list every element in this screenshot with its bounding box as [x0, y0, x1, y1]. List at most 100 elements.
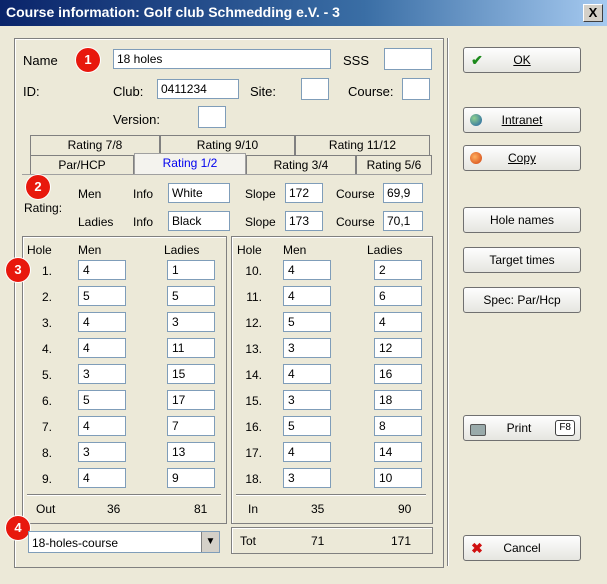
back-men-par-input[interactable]: 4	[283, 442, 331, 462]
back-hole-number: 14.	[245, 368, 262, 382]
cancel-button[interactable]: ✖ Cancel	[463, 535, 581, 561]
back-men-par-input[interactable]: 3	[283, 390, 331, 410]
men-info-input[interactable]: White	[168, 183, 230, 203]
tot-men-total: 71	[311, 534, 325, 548]
back-ladies-hcp-input[interactable]: 16	[374, 364, 422, 384]
tot-ladies-total: 171	[391, 534, 412, 548]
back-men-par-input[interactable]: 3	[283, 338, 331, 358]
tab-rating-7-8[interactable]: Rating 7/8	[30, 135, 160, 155]
target-times-button[interactable]: Target times	[463, 247, 581, 273]
tab-rating-1-2[interactable]: Rating 1/2	[134, 153, 246, 175]
back-ladies-hcp-input[interactable]: 4	[374, 312, 422, 332]
copy-button[interactable]: Copy	[463, 145, 581, 171]
rating-label: Rating:	[24, 201, 63, 215]
intranet-button[interactable]: Intranet	[463, 107, 581, 133]
ladies-course-input[interactable]: 70,1	[383, 211, 423, 231]
men-slope-input[interactable]: 172	[285, 183, 323, 203]
print-button[interactable]: Print F8	[463, 415, 581, 441]
front-ladies-hcp-input[interactable]: 11	[167, 338, 215, 358]
front-ladies-hcp-input[interactable]: 3	[167, 312, 215, 332]
back-men-par-input[interactable]: 4	[283, 260, 331, 280]
badge-4: 4	[6, 516, 30, 540]
print-shortcut-badge: F8	[555, 420, 575, 436]
tab-rating-3-4[interactable]: Rating 3/4	[246, 155, 356, 175]
back-men-par-input[interactable]: 5	[283, 312, 331, 332]
ok-button[interactable]: ✔ OK	[463, 47, 581, 73]
copy-label: Copy	[507, 151, 536, 165]
chevron-down-icon[interactable]: ▼	[201, 532, 219, 552]
globe-icon	[470, 114, 482, 126]
ladies-info-input[interactable]: Black	[168, 211, 230, 231]
sss-input[interactable]	[384, 48, 432, 70]
tab-par-hcp[interactable]: Par/HCP	[30, 155, 134, 175]
back-ladies-hcp-input[interactable]: 6	[374, 286, 422, 306]
cancel-label: Cancel	[503, 541, 541, 555]
front-men-par-input[interactable]: 4	[78, 312, 126, 332]
tab-rating-11-12[interactable]: Rating 11/12	[295, 135, 430, 155]
back-ladies-hcp-input[interactable]: 12	[374, 338, 422, 358]
hole-names-button[interactable]: Hole names	[463, 207, 581, 233]
club-label: Club:	[113, 84, 144, 99]
front-hole-number: 3.	[41, 316, 52, 330]
tab-rating-5-6[interactable]: Rating 5/6	[356, 155, 432, 175]
front-ladies-hcp-input[interactable]: 15	[167, 364, 215, 384]
front-men-par-input[interactable]: 4	[78, 260, 126, 280]
back-hole-number: 13.	[245, 342, 262, 356]
back-ladies-hcp-input[interactable]: 18	[374, 390, 422, 410]
club-input[interactable]: 0411234	[157, 79, 239, 99]
badge-3: 3	[6, 258, 30, 282]
course-select[interactable]: 18-holes-course ▼	[28, 531, 220, 553]
front-men-par-input[interactable]: 3	[78, 442, 126, 462]
men-info-label: Info	[133, 187, 154, 201]
front-hole-number: 7.	[41, 420, 52, 434]
men-rating-label: Men	[78, 187, 102, 201]
front-men-par-input[interactable]: 5	[78, 390, 126, 410]
front-men-par-input[interactable]: 4	[78, 416, 126, 436]
back-men-par-input[interactable]: 3	[283, 468, 331, 488]
ladies-slope-input[interactable]: 173	[285, 211, 323, 231]
intranet-label: Intranet	[501, 113, 543, 127]
back-men-par-input[interactable]: 4	[283, 364, 331, 384]
close-button[interactable]: X	[583, 4, 603, 22]
front-hole-number: 8.	[41, 446, 52, 460]
front-ladies-hcp-input[interactable]: 1	[167, 260, 215, 280]
back-ladies-header: Ladies	[367, 243, 403, 257]
front-men-par-input[interactable]: 5	[78, 286, 126, 306]
men-slope-label: Slope	[245, 187, 276, 201]
men-course-input[interactable]: 69,9	[383, 183, 423, 203]
course-id-input[interactable]	[402, 78, 430, 100]
spec-par-hcp-button[interactable]: Spec: Par/Hcp	[463, 287, 581, 313]
front-ladies-hcp-input[interactable]: 5	[167, 286, 215, 306]
checkmark-icon: ✔	[471, 52, 483, 68]
back-ladies-hcp-input[interactable]: 8	[374, 416, 422, 436]
printer-icon	[470, 424, 486, 436]
back-hole-number: 10.	[245, 264, 262, 278]
in-ladies-total: 90	[398, 502, 412, 516]
ladies-info-label: Info	[133, 215, 154, 229]
back-ladies-hcp-input[interactable]: 14	[374, 442, 422, 462]
ladies-slope-label: Slope	[245, 215, 276, 229]
site-input[interactable]	[301, 78, 329, 100]
front-men-par-input[interactable]: 4	[78, 468, 126, 488]
front-ladies-hcp-input[interactable]: 7	[167, 416, 215, 436]
back-ladies-hcp-input[interactable]: 10	[374, 468, 422, 488]
front-ladies-hcp-input[interactable]: 17	[167, 390, 215, 410]
window-title: Course information: Golf club Schmedding…	[6, 4, 340, 20]
name-input[interactable]: 18 holes	[113, 49, 331, 69]
back-men-par-input[interactable]: 5	[283, 416, 331, 436]
front-hole-number: 5.	[41, 368, 52, 382]
close-icon: ✖	[471, 540, 483, 556]
in-men-total: 35	[311, 502, 325, 516]
front-ladies-hcp-input[interactable]: 9	[167, 468, 215, 488]
back-ladies-hcp-input[interactable]: 2	[374, 260, 422, 280]
tab-rating-9-10[interactable]: Rating 9/10	[160, 135, 295, 155]
version-input[interactable]	[198, 106, 226, 128]
spec-par-hcp-label: Spec: Par/Hcp	[483, 293, 561, 307]
back-hole-number: 11.	[246, 290, 262, 304]
front-ladies-hcp-input[interactable]: 13	[167, 442, 215, 462]
back-total-separator	[236, 494, 426, 496]
back-men-par-input[interactable]: 4	[283, 286, 331, 306]
front-men-par-input[interactable]: 3	[78, 364, 126, 384]
front-hole-header: Hole	[27, 243, 52, 257]
front-men-par-input[interactable]: 4	[78, 338, 126, 358]
